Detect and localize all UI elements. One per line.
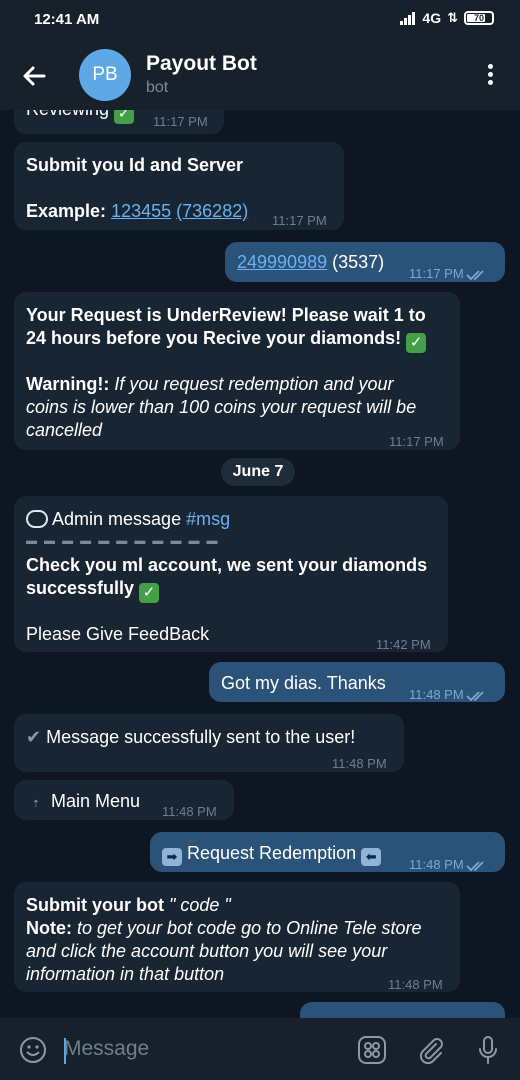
data-arrows-icon: ⇅ — [447, 10, 458, 25]
message-incoming[interactable]: Reviewing ✓ 11:17 PM — [14, 110, 224, 134]
signal-icon — [400, 11, 416, 25]
note-text: and click the account button you will se… — [26, 941, 388, 961]
message-line: successfully — [26, 578, 135, 598]
check-mark-icon: ✔ — [26, 727, 42, 747]
chat-header: PB Payout Bot bot — [0, 40, 520, 110]
back-arrow-icon[interactable] — [18, 60, 50, 92]
id-link[interactable]: 123455 — [111, 201, 171, 221]
double-check-icon — [466, 860, 484, 871]
note-label: Note: — [26, 918, 72, 938]
check-mark-emoji-icon: ✓ — [114, 110, 135, 124]
message-line: Your Request is UnderReview! Please wait… — [26, 305, 426, 325]
message-time: 11:17 PM — [153, 114, 208, 129]
message-time: 11:48 PM — [162, 804, 217, 819]
more-menu-icon[interactable] — [480, 62, 500, 88]
attach-icon[interactable] — [415, 1035, 445, 1065]
bot-commands-icon[interactable] — [357, 1035, 387, 1065]
message-text: Message successfully sent to the user! — [46, 727, 356, 747]
message-incoming[interactable]: ⇡ Main Menu 11:48 PM — [14, 780, 234, 820]
double-check-icon — [466, 269, 484, 280]
message-text: Reviewing — [26, 110, 109, 119]
message-time: 11:48 PM — [409, 683, 488, 706]
separator-line: ▬ ▬ ▬ ▬ ▬ ▬ ▬ ▬ ▬ ▬ ▬ — [26, 535, 220, 547]
right-arrow-emoji-icon: ➡ — [162, 848, 182, 866]
message-time: 11:17 PM — [389, 434, 444, 449]
message-incoming[interactable]: ✔ Message successfully sent to the user!… — [14, 714, 404, 772]
warning-text: If you request redemption and your — [114, 374, 394, 394]
example-label: Example: — [26, 201, 107, 221]
chat-subtitle: bot — [146, 79, 169, 96]
message-outgoing[interactable]: 249990989 (3537) 11:17 PM — [225, 242, 505, 282]
status-icons: 4G ⇅ 70 — [400, 10, 494, 26]
message-time: 11:42 PM — [376, 637, 431, 652]
message-composer — [0, 1018, 520, 1080]
message-line: 24 hours before you Recive your diamonds… — [26, 328, 402, 348]
message-outgoing-partial[interactable] — [300, 1002, 505, 1018]
status-time: 12:41 AM — [34, 11, 100, 28]
message-time: 11:48 PM — [388, 977, 443, 992]
avatar[interactable]: PB — [79, 49, 131, 101]
status-bar: 12:41 AM 4G ⇅ 70 — [0, 0, 520, 40]
server-link[interactable]: (736282) — [176, 201, 248, 221]
message-line: Check you ml account, we sent your diamo… — [26, 555, 428, 575]
speech-bubble-icon — [26, 510, 48, 528]
note-text: to get your bot code go to Online Tele s… — [72, 918, 422, 938]
message-text: Main Menu — [51, 791, 141, 811]
warning-text: cancelled — [26, 420, 103, 440]
message-outgoing[interactable]: Got my dias. Thanks 11:48 PM — [209, 662, 505, 702]
message-time: 11:17 PM — [272, 213, 327, 228]
warning-text: coins is lower than 100 coins your reque… — [26, 397, 417, 417]
microphone-icon[interactable] — [473, 1035, 503, 1065]
message-line: " code " — [164, 895, 231, 915]
chat-title[interactable]: Payout Bot — [146, 52, 257, 76]
message-time: 11:48 PM — [332, 756, 387, 771]
message-time: 11:48 PM — [409, 853, 488, 876]
battery-level: 70 — [473, 13, 484, 23]
message-list[interactable]: Reviewing ✓ 11:17 PM Submit you Id and S… — [0, 110, 520, 1018]
left-arrow-emoji-icon: ⬅ — [361, 848, 382, 866]
message-incoming[interactable]: Submit you Id and Server Example: 123455… — [14, 142, 344, 230]
top-icon: ⇡ — [31, 799, 41, 810]
message-text: Request Redemption — [187, 843, 357, 863]
warning-label: Warning!: — [26, 374, 110, 394]
message-input[interactable] — [64, 1032, 344, 1066]
check-mark-emoji-icon: ✓ — [406, 333, 427, 353]
message-incoming[interactable]: Your Request is UnderReview! Please wait… — [14, 292, 460, 450]
message-text: Submit you Id and Server — [26, 155, 244, 175]
avatar-initials: PB — [92, 64, 118, 85]
message-text: Got my dias. Thanks — [221, 673, 386, 693]
message-time: 11:17 PM — [409, 262, 488, 285]
battery-icon: 70 — [464, 11, 494, 25]
id-link[interactable]: 249990989 — [237, 252, 327, 272]
double-check-icon — [466, 690, 484, 701]
message-outgoing[interactable]: ➡ Request Redemption ⬅ 11:48 PM — [150, 832, 505, 872]
admin-label: Admin message — [52, 509, 182, 529]
emoji-icon[interactable] — [18, 1035, 48, 1065]
check-mark-emoji-icon: ✓ — [139, 583, 160, 603]
date-divider: June 7 — [221, 458, 295, 486]
hashtag-link[interactable]: #msg — [186, 509, 230, 529]
message-incoming[interactable]: Submit your bot " code " Note: to get yo… — [14, 882, 460, 992]
message-incoming[interactable]: Admin message #msg ▬ ▬ ▬ ▬ ▬ ▬ ▬ ▬ ▬ ▬ ▬… — [14, 496, 448, 652]
network-type: 4G — [422, 10, 442, 26]
note-text: information in that button — [26, 964, 225, 984]
message-line: Submit your bot — [26, 895, 164, 915]
server-text: (3537) — [332, 252, 385, 272]
message-line: Please Give FeedBack — [26, 624, 210, 644]
